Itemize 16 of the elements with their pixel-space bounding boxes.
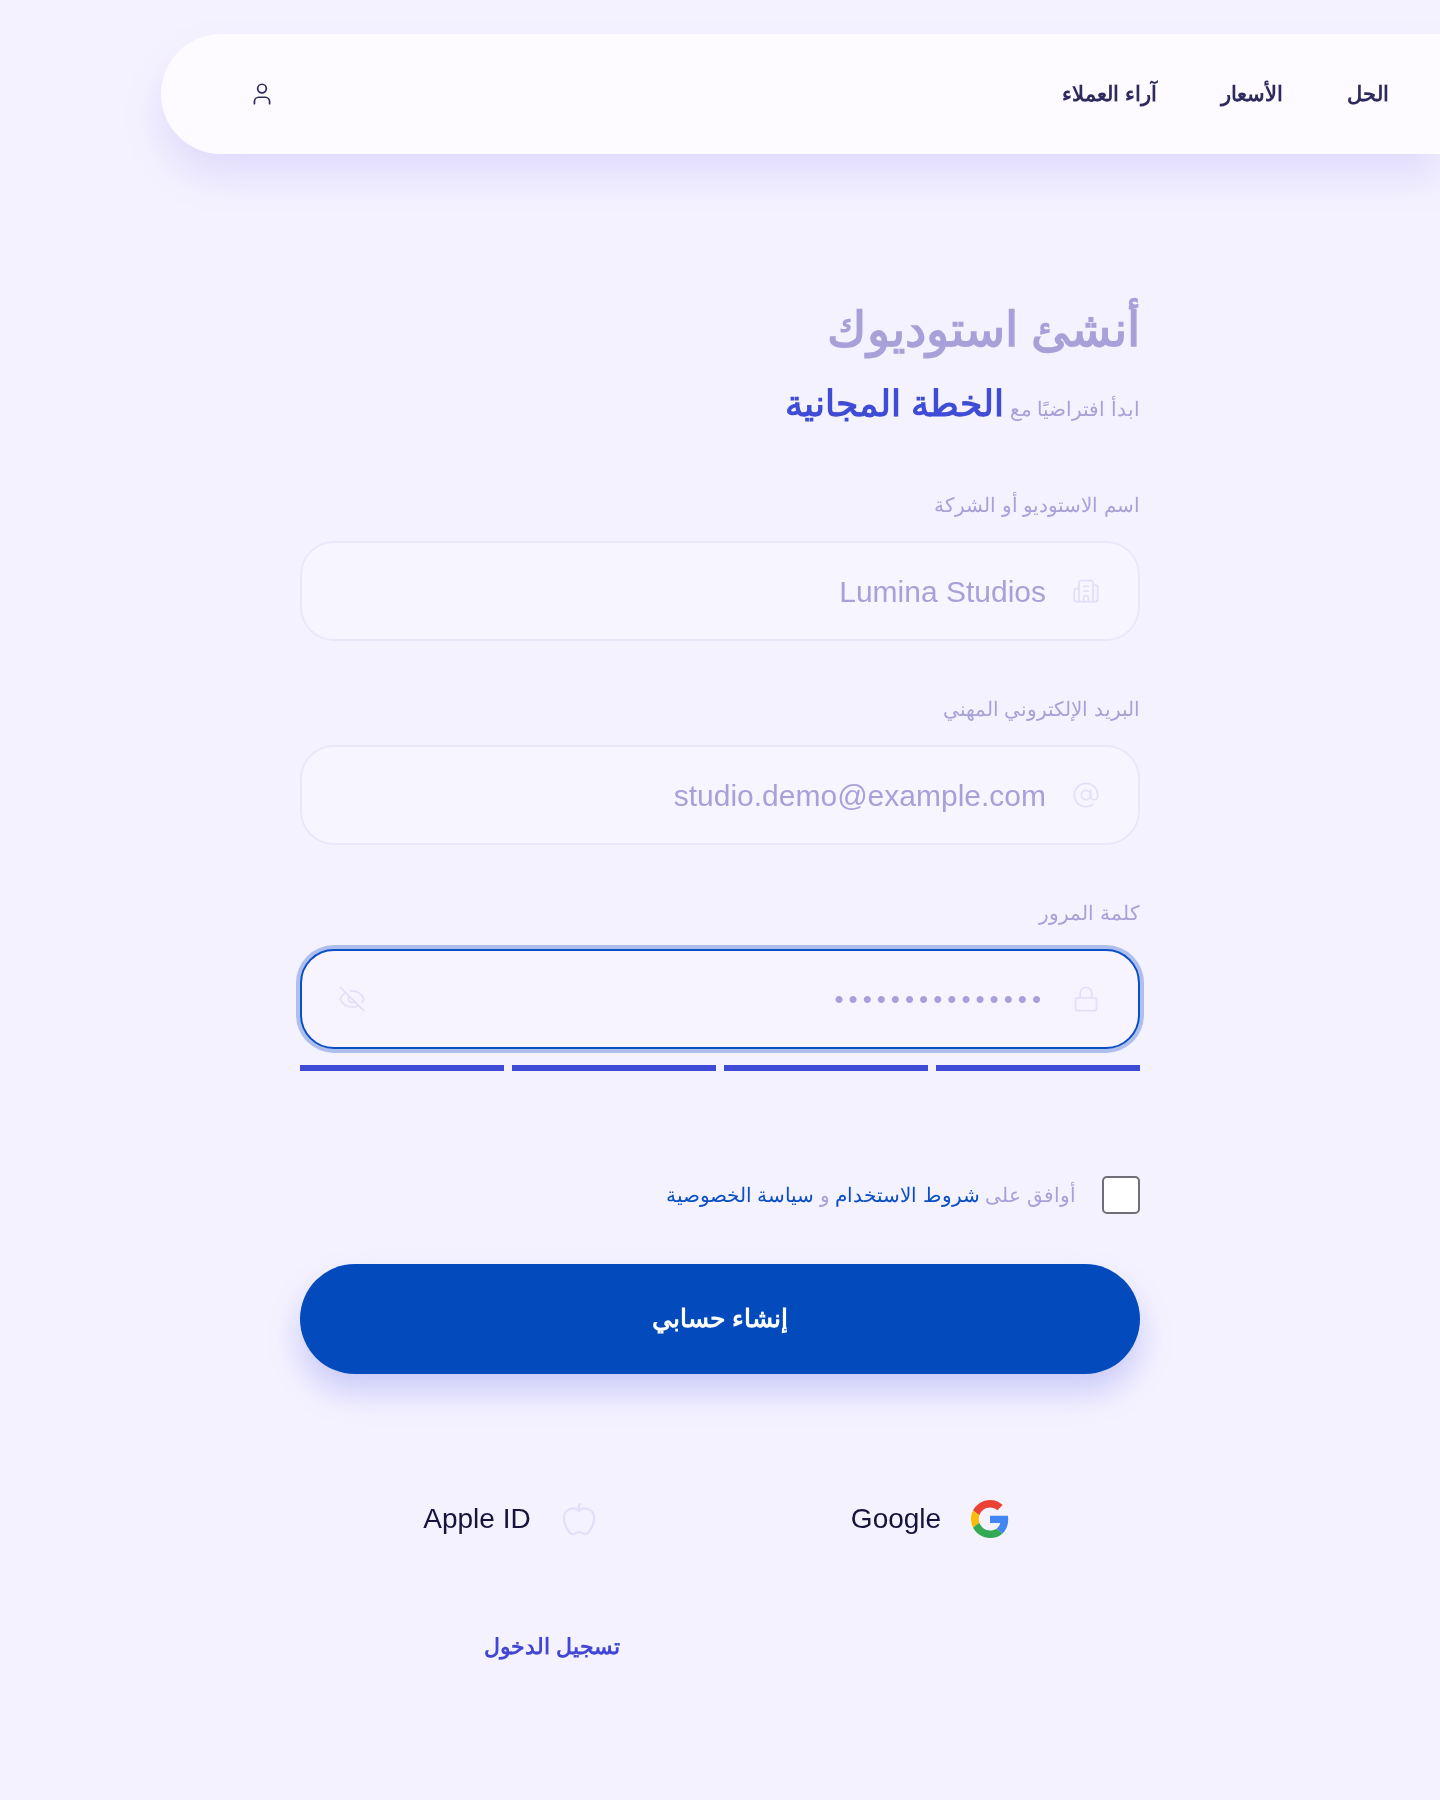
g-logo-icon — [971, 1500, 1010, 1538]
field-label: كلمة المرور — [1039, 901, 1140, 927]
sign-in-button[interactable]: Apple ID — [300, 1479, 720, 1559]
nav-link[interactable]: الأسعار — [1221, 78, 1283, 110]
legal-link[interactable]: شروط الاستخدام — [835, 1184, 980, 1206]
create-account-button[interactable]: إنشاء حسابي — [300, 1264, 1140, 1374]
sign-in-button[interactable]: Google — [720, 1479, 1140, 1559]
nav-link[interactable]: آراء العملاء — [1062, 78, 1157, 110]
legal-link[interactable]: سياسة الخصوصية — [665, 1184, 815, 1206]
field-label: البريد الإلكتروني المهني — [942, 697, 1140, 723]
nav-link[interactable]: الحل — [1347, 78, 1389, 110]
sign-in-link[interactable]: تسجيل الدخول — [483, 1633, 621, 1661]
terms-consent-text: أوافق على شروط الاستخدام و سياسة الخصوصية — [665, 1181, 1076, 1209]
checkbox[interactable] — [1102, 1176, 1140, 1214]
subtitle: ابدأ افتراضيًا مع الخطة المجانية — [785, 382, 1140, 426]
field-label: اسم الاستوديو أو الشركة — [934, 491, 1140, 519]
